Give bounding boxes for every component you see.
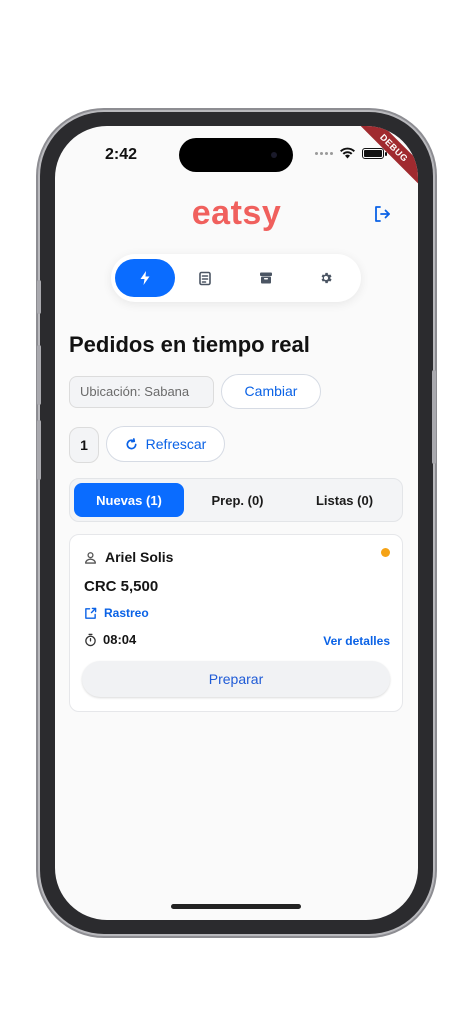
tab-new[interactable]: Nuevas (1): [74, 483, 184, 517]
order-card: Ariel Solis CRC 5,500 Rastreo 08:04 Ver …: [69, 534, 403, 712]
customer-row: Ariel Solis: [84, 549, 173, 565]
volume-up-button: [37, 345, 41, 405]
change-location-button[interactable]: Cambiar: [221, 374, 321, 409]
order-price: CRC 5,500: [84, 578, 159, 595]
receipt-icon: [199, 271, 212, 285]
track-label: Rastreo: [104, 606, 149, 620]
side-button: [37, 280, 41, 314]
home-indicator: [171, 904, 301, 909]
status-icons: [315, 147, 387, 159]
customer-name: Ariel Solis: [105, 549, 174, 565]
power-button: [432, 370, 436, 464]
signal-icon: [315, 151, 333, 155]
nav-item-archive[interactable]: [236, 259, 296, 297]
order-time-row: 08:04: [84, 632, 136, 647]
dynamic-island: [179, 138, 293, 172]
bolt-icon: [140, 271, 150, 285]
order-count-badge: 1: [69, 427, 99, 463]
prepare-button[interactable]: Preparar: [82, 661, 390, 697]
track-link[interactable]: Rastreo: [84, 606, 149, 620]
gear-icon: [321, 272, 332, 284]
refresh-button[interactable]: Refrescar: [106, 426, 225, 462]
timer-icon: [85, 633, 96, 646]
volume-down-button: [37, 420, 41, 480]
wifi-icon: [340, 147, 355, 159]
nav-item-settings[interactable]: [297, 259, 357, 297]
tab-preparing[interactable]: Prep. (0): [184, 483, 291, 517]
user-icon: [85, 551, 96, 564]
order-status-tabs: Nuevas (1) Prep. (0) Listas (0): [69, 478, 403, 522]
refresh-label: Refrescar: [145, 436, 207, 452]
main-nav: [111, 254, 361, 302]
status-dot: [381, 548, 390, 557]
page-title: Pedidos en tiempo real: [69, 332, 310, 357]
screen: 2:42 DEBUG eatsy Pedidos en tiempo real …: [55, 126, 418, 920]
order-time: 08:04: [103, 632, 137, 647]
nav-item-live[interactable]: [115, 259, 175, 297]
location-chip: Ubicación: Sabana: [69, 376, 214, 408]
refresh-icon: [126, 437, 137, 449]
tab-ready[interactable]: Listas (0): [291, 483, 398, 517]
archive-icon: [259, 272, 272, 284]
external-link-icon: [85, 607, 97, 619]
view-details-link[interactable]: Ver detalles: [323, 634, 390, 648]
nav-item-receipts[interactable]: [176, 259, 236, 297]
app-logo: eatsy: [191, 194, 282, 232]
battery-icon: [362, 147, 387, 159]
status-time: 2:42: [105, 146, 138, 163]
logout-icon[interactable]: [372, 204, 392, 224]
